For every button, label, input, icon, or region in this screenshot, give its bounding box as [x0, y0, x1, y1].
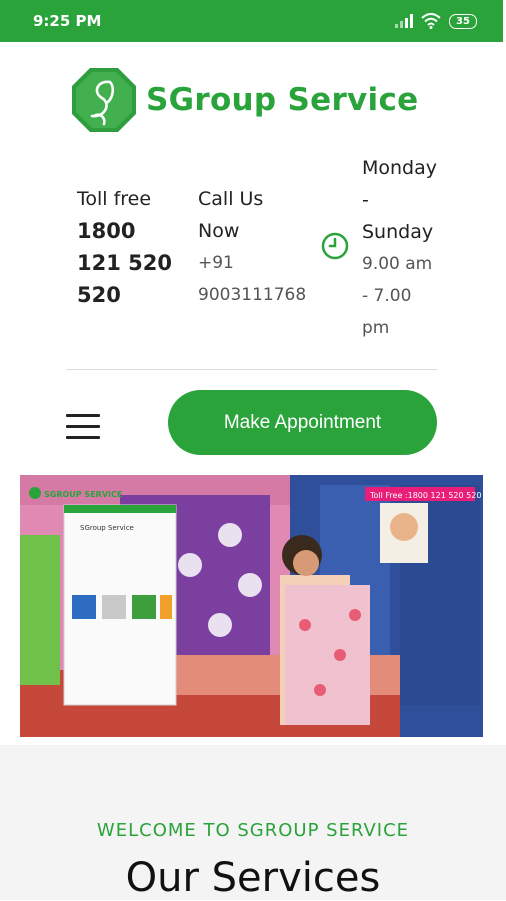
call-info: Call Us Now +91 9003111768 — [198, 183, 313, 311]
wifi-icon — [421, 13, 441, 29]
logo-icon — [72, 68, 136, 132]
hours-days-1: Monday — [362, 157, 438, 179]
hours-days-3: Sunday — [362, 221, 434, 243]
tollfree-info: Toll free 1800 121 520 520 — [77, 183, 187, 311]
brand-name: SGroup Service — [146, 82, 419, 118]
tollfree-number-3[interactable]: 520 — [77, 279, 187, 311]
brand-logo[interactable]: SGroup Service — [70, 66, 418, 134]
services-title: Our Services — [125, 855, 381, 901]
hours-time-2: - 7.00 — [362, 286, 412, 306]
call-label-2: Now — [198, 220, 240, 242]
hours-time-1: 9.00 am — [362, 254, 433, 274]
status-time: 9:25 PM — [33, 12, 102, 30]
call-phone-1[interactable]: +91 — [198, 247, 313, 279]
promo-video[interactable]: Toll Free :1800 121 520 520 SGroup Servi… — [20, 475, 483, 737]
clock-icon — [321, 232, 349, 260]
tollfree-banner-text: Toll Free :1800 121 520 520 — [369, 491, 481, 500]
tollfree-number-2[interactable]: 121 520 — [77, 247, 187, 279]
header-divider — [66, 369, 437, 370]
overlay-logo-text: SGROUP SERVICE — [44, 490, 122, 499]
welcome-kicker: WELCOME TO SGROUP SERVICE — [96, 820, 410, 841]
hours-days-2: - — [362, 189, 369, 211]
status-bar: 9:25 PM 35 — [0, 0, 503, 42]
call-label-1: Call Us — [198, 188, 264, 210]
menu-icon[interactable] — [66, 414, 100, 442]
status-icons: 35 — [395, 12, 477, 30]
hours-info: Monday - Sunday 9.00 am - 7.00 pm — [362, 152, 462, 344]
tollfree-number-1[interactable]: 1800 — [77, 215, 187, 247]
phone-mock-title: SGroup Service — [80, 524, 134, 532]
tollfree-label: Toll free — [77, 188, 152, 210]
promo-scene: Toll Free :1800 121 520 520 SGroup Servi… — [20, 475, 483, 737]
call-phone-2[interactable]: 9003111768 — [198, 279, 313, 311]
battery-icon: 35 — [449, 13, 477, 29]
signal-icon — [395, 14, 413, 28]
make-appointment-button[interactable]: Make Appointment — [168, 390, 437, 455]
hours-time-3: pm — [362, 318, 390, 338]
